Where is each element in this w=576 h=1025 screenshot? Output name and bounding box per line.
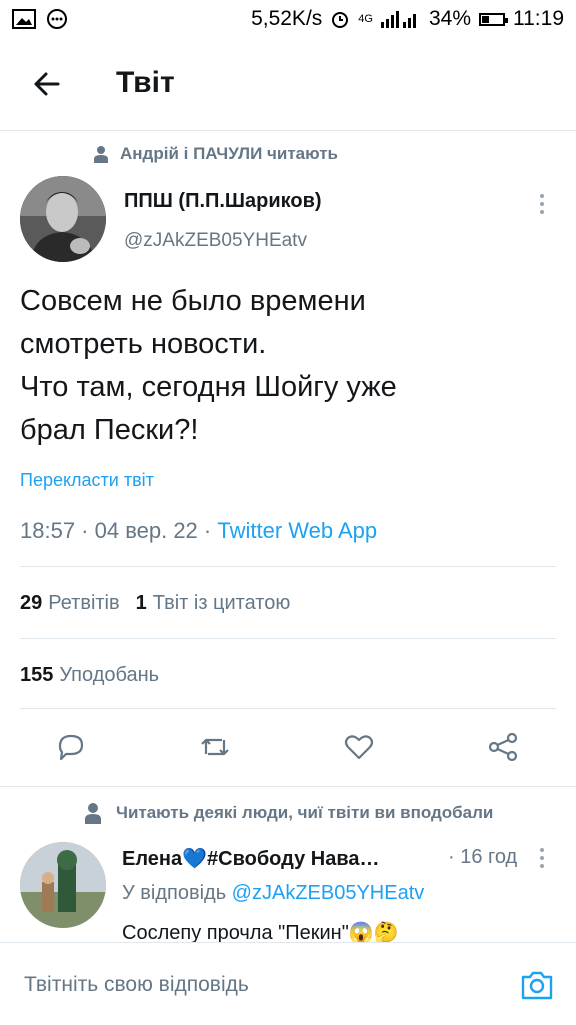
reply-social-context-text: Читають деякі люди, чиї твіти ви вподоба… <box>116 803 494 822</box>
quotes-label: Твіт із цитатою <box>152 592 291 614</box>
reply-composer: Твітніть свою відповідь <box>0 942 576 1025</box>
reply-time: · 16 год <box>448 846 518 868</box>
back-arrow-icon[interactable] <box>28 66 64 102</box>
app-header: Твіт <box>0 38 576 131</box>
likes-stat[interactable]: 155 Уподобань <box>20 664 159 687</box>
network-speed: 5,52K/s <box>251 7 323 30</box>
likes-count: 155 <box>20 664 54 686</box>
in-reply-prefix: У відповідь <box>122 882 232 904</box>
tweet-source[interactable]: Twitter Web App <box>217 518 377 543</box>
avatar-photo <box>20 176 106 262</box>
quotes-count: 1 <box>135 592 147 614</box>
tweet-meta: 18:57 · 04 вер. 22 · Twitter Web App <box>20 518 377 544</box>
like-heart-icon[interactable] <box>342 730 376 764</box>
retweet-icon[interactable] <box>198 730 232 764</box>
section-separator <box>0 786 576 787</box>
translate-link[interactable]: Перекласти твіт <box>20 470 154 491</box>
signal-icon <box>380 11 416 28</box>
person-icon <box>94 146 108 163</box>
reply-avatar-photo <box>20 842 106 928</box>
tweet-text: Совсем не было времени смотреть новости.… <box>20 285 397 446</box>
reply-text: Сослепу прочла "Пекин"😱🤔 <box>122 922 399 942</box>
tweet-timestamp: 18:57 · 04 вер. 22 · <box>20 518 218 543</box>
divider <box>20 638 556 639</box>
image-notification-icon <box>12 9 36 29</box>
author-name[interactable]: ППШ (П.П.Шариков) <box>124 190 322 213</box>
quotes-stat[interactable]: 1 Твіт із цитатою <box>136 592 291 615</box>
page-title: Твіт <box>116 66 175 99</box>
reply-social-context: Читають деякі люди, чиї твіти ви вподоба… <box>84 802 493 824</box>
reply-author-name[interactable]: Елена💙#Свободу Нава… <box>122 846 379 871</box>
author-handle[interactable]: @zJAkZEB05YHEatv <box>124 230 307 252</box>
divider <box>20 566 556 567</box>
reply-author-avatar[interactable] <box>20 842 106 928</box>
battery-icon <box>479 12 508 26</box>
battery-fill <box>482 15 489 23</box>
reply-icon[interactable] <box>54 730 88 764</box>
alarm-icon <box>332 12 349 28</box>
status-bar: 5,52K/s 4G 34% 11:19 <box>0 0 576 38</box>
share-icon[interactable] <box>486 730 520 764</box>
chat-notification-icon <box>47 9 67 29</box>
social-context-text: Андрій і ПАЧУЛИ читають <box>120 144 338 163</box>
author-avatar[interactable] <box>20 176 106 262</box>
person-icon <box>85 803 101 824</box>
network-type: 4G <box>358 13 373 25</box>
likes-stats: 155 Уподобань <box>20 664 159 687</box>
retweet-stats: 29 Ретвітів 1 Твіт із цитатою <box>20 592 290 615</box>
retweets-count: 29 <box>20 592 43 614</box>
likes-label: Уподобань <box>59 664 160 686</box>
retweets-label: Ретвітів <box>48 592 120 614</box>
clock: 11:19 <box>513 7 564 30</box>
reply-more-options-icon[interactable] <box>534 846 550 870</box>
social-context: Андрій і ПАЧУЛИ читають <box>92 144 338 164</box>
reply-input[interactable]: Твітніть свою відповідь <box>24 973 249 997</box>
retweets-stat[interactable]: 29 Ретвітів <box>20 592 120 615</box>
divider <box>20 708 556 709</box>
camera-icon[interactable] <box>520 969 554 1001</box>
in-reply-to: У відповідь @zJAkZEB05YHEatv <box>122 882 424 905</box>
in-reply-handle[interactable]: @zJAkZEB05YHEatv <box>232 882 425 904</box>
battery-percent: 34% <box>428 7 471 30</box>
more-options-icon[interactable] <box>534 192 550 216</box>
tweet-actions <box>0 722 576 772</box>
